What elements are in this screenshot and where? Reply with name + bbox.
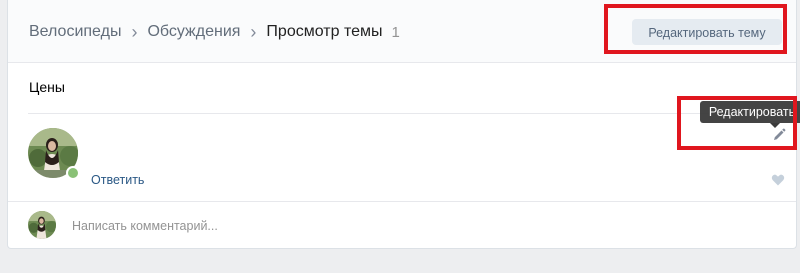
- online-indicator: [66, 166, 80, 180]
- heart-icon[interactable]: [771, 173, 785, 187]
- breadcrumb: Велосипеды › Обсуждения › Просмотр темы …: [29, 22, 400, 42]
- chevron-right-icon: ›: [131, 22, 138, 42]
- divider: [8, 201, 796, 202]
- highlight-box-edit-topic: [604, 4, 787, 54]
- breadcrumb-item-bicycles[interactable]: Велосипеды: [29, 23, 121, 41]
- current-user-avatar[interactable]: [28, 211, 56, 239]
- chevron-right-icon: ›: [250, 22, 257, 42]
- topic-title: Цены: [29, 79, 65, 95]
- breadcrumb-item-discussions[interactable]: Обсуждения: [147, 23, 240, 41]
- highlight-box-edit-post: [677, 96, 797, 150]
- breadcrumb-current: Просмотр темы: [266, 23, 383, 40]
- post-count: 1: [391, 23, 400, 41]
- reply-link[interactable]: Ответить: [91, 173, 144, 187]
- comment-input[interactable]: [72, 215, 672, 237]
